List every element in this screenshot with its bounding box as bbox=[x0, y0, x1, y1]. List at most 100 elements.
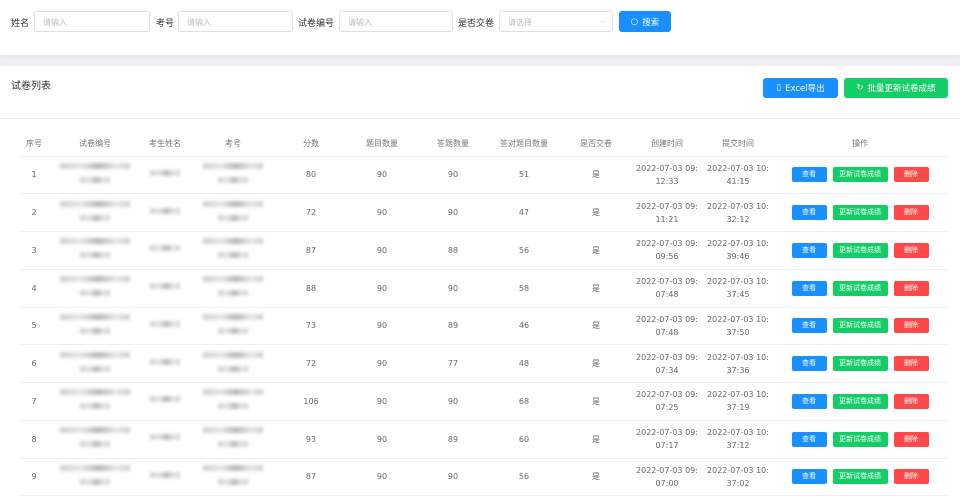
redacted-block bbox=[218, 252, 248, 259]
view-button[interactable]: 查看 bbox=[791, 469, 827, 485]
view-button[interactable]: 查看 bbox=[791, 280, 827, 296]
view-button[interactable]: 查看 bbox=[791, 167, 827, 183]
excel-export-label: Excel导出 bbox=[785, 84, 825, 94]
redacted-block bbox=[218, 403, 248, 410]
redacted-block bbox=[150, 245, 180, 252]
submitted-select[interactable]: 请选择 ⌵ bbox=[499, 11, 613, 32]
submitted-cell: 是 bbox=[562, 231, 630, 270]
delete-button[interactable]: 删除 bbox=[893, 280, 929, 296]
redacted-block bbox=[203, 276, 263, 283]
row-index: 9 bbox=[20, 458, 48, 497]
exam-no-cell bbox=[188, 193, 278, 232]
redacted-block bbox=[150, 320, 180, 327]
excel-export-button[interactable]: ▯ Excel导出 bbox=[763, 78, 838, 98]
update-score-button[interactable]: 更新试卷成绩 bbox=[832, 280, 888, 296]
redacted-block bbox=[60, 276, 130, 283]
score-cell: 80 bbox=[278, 156, 344, 195]
table-row: 8 93 90 89 60 是 2022-07-03 09:07:17 2022-07-03 … bbox=[20, 420, 948, 459]
view-button[interactable]: 查看 bbox=[791, 356, 827, 372]
score-cell: 93 bbox=[278, 420, 344, 459]
update-score-button[interactable]: 更新试卷成绩 bbox=[832, 167, 888, 183]
divider bbox=[0, 118, 960, 119]
submitted-time-cell: 2022-07-03 10:37:45 bbox=[704, 269, 772, 308]
exam-no-cell bbox=[188, 269, 278, 308]
update-score-button[interactable]: 更新试卷成绩 bbox=[832, 205, 888, 221]
redacted-block bbox=[203, 238, 263, 245]
filter-bar: 姓名 请输入 考号 请输入 试卷编号 请输入 是否交卷 请选择 ⌵ ○ 搜索 bbox=[0, 0, 960, 55]
redacted-block bbox=[150, 169, 180, 176]
search-button[interactable]: ○ 搜索 bbox=[619, 11, 671, 32]
paper-no-placeholder: 请输入 bbox=[348, 18, 372, 27]
delete-button[interactable]: 删除 bbox=[893, 242, 929, 258]
exam-no-input[interactable]: 请输入 bbox=[178, 11, 293, 32]
delete-button[interactable]: 删除 bbox=[893, 469, 929, 485]
created-time-cell-text: 2022-07-03 09:07:48 bbox=[636, 314, 698, 337]
delete-button[interactable]: 删除 bbox=[893, 356, 929, 372]
update-score-button[interactable]: 更新试卷成绩 bbox=[832, 242, 888, 258]
paper-table: 序号 试卷编号 考生姓名 考号 分数 题目数量 答题数量 答对题目数量 是否交卷 创建时间 提交时间… bbox=[20, 132, 948, 497]
update-score-button[interactable]: 更新试卷成绩 bbox=[832, 469, 888, 485]
submitted-time-cell-text: 2022-07-03 10:37:50 bbox=[707, 314, 769, 337]
paper-no-input[interactable]: 请输入 bbox=[339, 11, 453, 32]
redacted-block bbox=[218, 214, 248, 221]
update-score-button[interactable]: 更新试卷成绩 bbox=[832, 393, 888, 409]
redacted-block bbox=[218, 365, 248, 372]
table-row: 3 87 90 88 56 是 2022-07-03 09:09:56 2022-07-03 … bbox=[20, 231, 948, 270]
paper-no-cell bbox=[48, 156, 142, 195]
view-button[interactable]: 查看 bbox=[791, 318, 827, 334]
created-time-cell: 2022-07-03 09:07:00 bbox=[630, 458, 704, 497]
delete-button[interactable]: 删除 bbox=[893, 318, 929, 334]
exam-no-label: 考号 bbox=[156, 19, 175, 29]
redacted-block bbox=[203, 464, 263, 471]
paper-no-cell bbox=[48, 231, 142, 270]
update-score-button[interactable]: 更新试卷成绩 bbox=[832, 318, 888, 334]
answered-count-cell: 90 bbox=[420, 193, 486, 232]
correct-count-cell: 46 bbox=[486, 307, 562, 346]
paper-no-cell bbox=[48, 307, 142, 346]
update-score-button[interactable]: 更新试卷成绩 bbox=[832, 356, 888, 372]
created-time-cell-text: 2022-07-03 09:11:21 bbox=[636, 201, 698, 224]
submitted-time-cell-text: 2022-07-03 10:41:15 bbox=[707, 163, 769, 186]
delete-button[interactable]: 删除 bbox=[893, 205, 929, 221]
redacted-block bbox=[80, 252, 110, 259]
actions-cell: 查看 更新试卷成绩 删除 bbox=[772, 420, 948, 459]
question-count-cell: 90 bbox=[344, 420, 420, 459]
submitted-time-cell: 2022-07-03 10:37:19 bbox=[704, 382, 772, 421]
correct-count-cell: 51 bbox=[486, 156, 562, 195]
redacted-block bbox=[80, 441, 110, 448]
name-input[interactable]: 请输入 bbox=[34, 11, 150, 32]
row-index: 5 bbox=[20, 307, 48, 346]
delete-button[interactable]: 删除 bbox=[893, 393, 929, 409]
update-score-button[interactable]: 更新试卷成绩 bbox=[832, 431, 888, 447]
actions-cell: 查看 更新试卷成绩 删除 bbox=[772, 382, 948, 421]
redacted-block bbox=[60, 389, 130, 396]
batch-update-button[interactable]: ↻ 批量更新试卷成绩 bbox=[844, 78, 948, 98]
redacted-block bbox=[203, 389, 263, 396]
view-button[interactable]: 查看 bbox=[791, 393, 827, 409]
answered-count-cell: 90 bbox=[420, 458, 486, 497]
student-name-cell bbox=[142, 269, 188, 308]
view-button[interactable]: 查看 bbox=[791, 431, 827, 447]
row-index: 3 bbox=[20, 231, 48, 270]
redacted-block bbox=[150, 396, 180, 403]
exam-no-cell bbox=[188, 458, 278, 497]
correct-count-cell: 56 bbox=[486, 231, 562, 270]
student-name-cell bbox=[142, 307, 188, 346]
delete-button[interactable]: 删除 bbox=[893, 431, 929, 447]
view-button[interactable]: 查看 bbox=[791, 205, 827, 221]
submitted-time-cell: 2022-07-03 10:41:15 bbox=[704, 156, 772, 195]
paper-no-cell bbox=[48, 458, 142, 497]
created-time-cell: 2022-07-03 09:07:34 bbox=[630, 344, 704, 383]
view-button[interactable]: 查看 bbox=[791, 242, 827, 258]
student-name-cell bbox=[142, 458, 188, 497]
score-cell: 88 bbox=[278, 269, 344, 308]
question-count-cell: 90 bbox=[344, 382, 420, 421]
actions-cell: 查看 更新试卷成绩 删除 bbox=[772, 193, 948, 232]
submitted-cell: 是 bbox=[562, 307, 630, 346]
redacted-block bbox=[80, 365, 110, 372]
delete-button[interactable]: 删除 bbox=[893, 167, 929, 183]
paper-no-cell bbox=[48, 420, 142, 459]
column-header: 是否交卷 bbox=[562, 132, 630, 157]
redacted-block bbox=[80, 403, 110, 410]
chevron-down-icon: ⌵ bbox=[599, 16, 606, 25]
